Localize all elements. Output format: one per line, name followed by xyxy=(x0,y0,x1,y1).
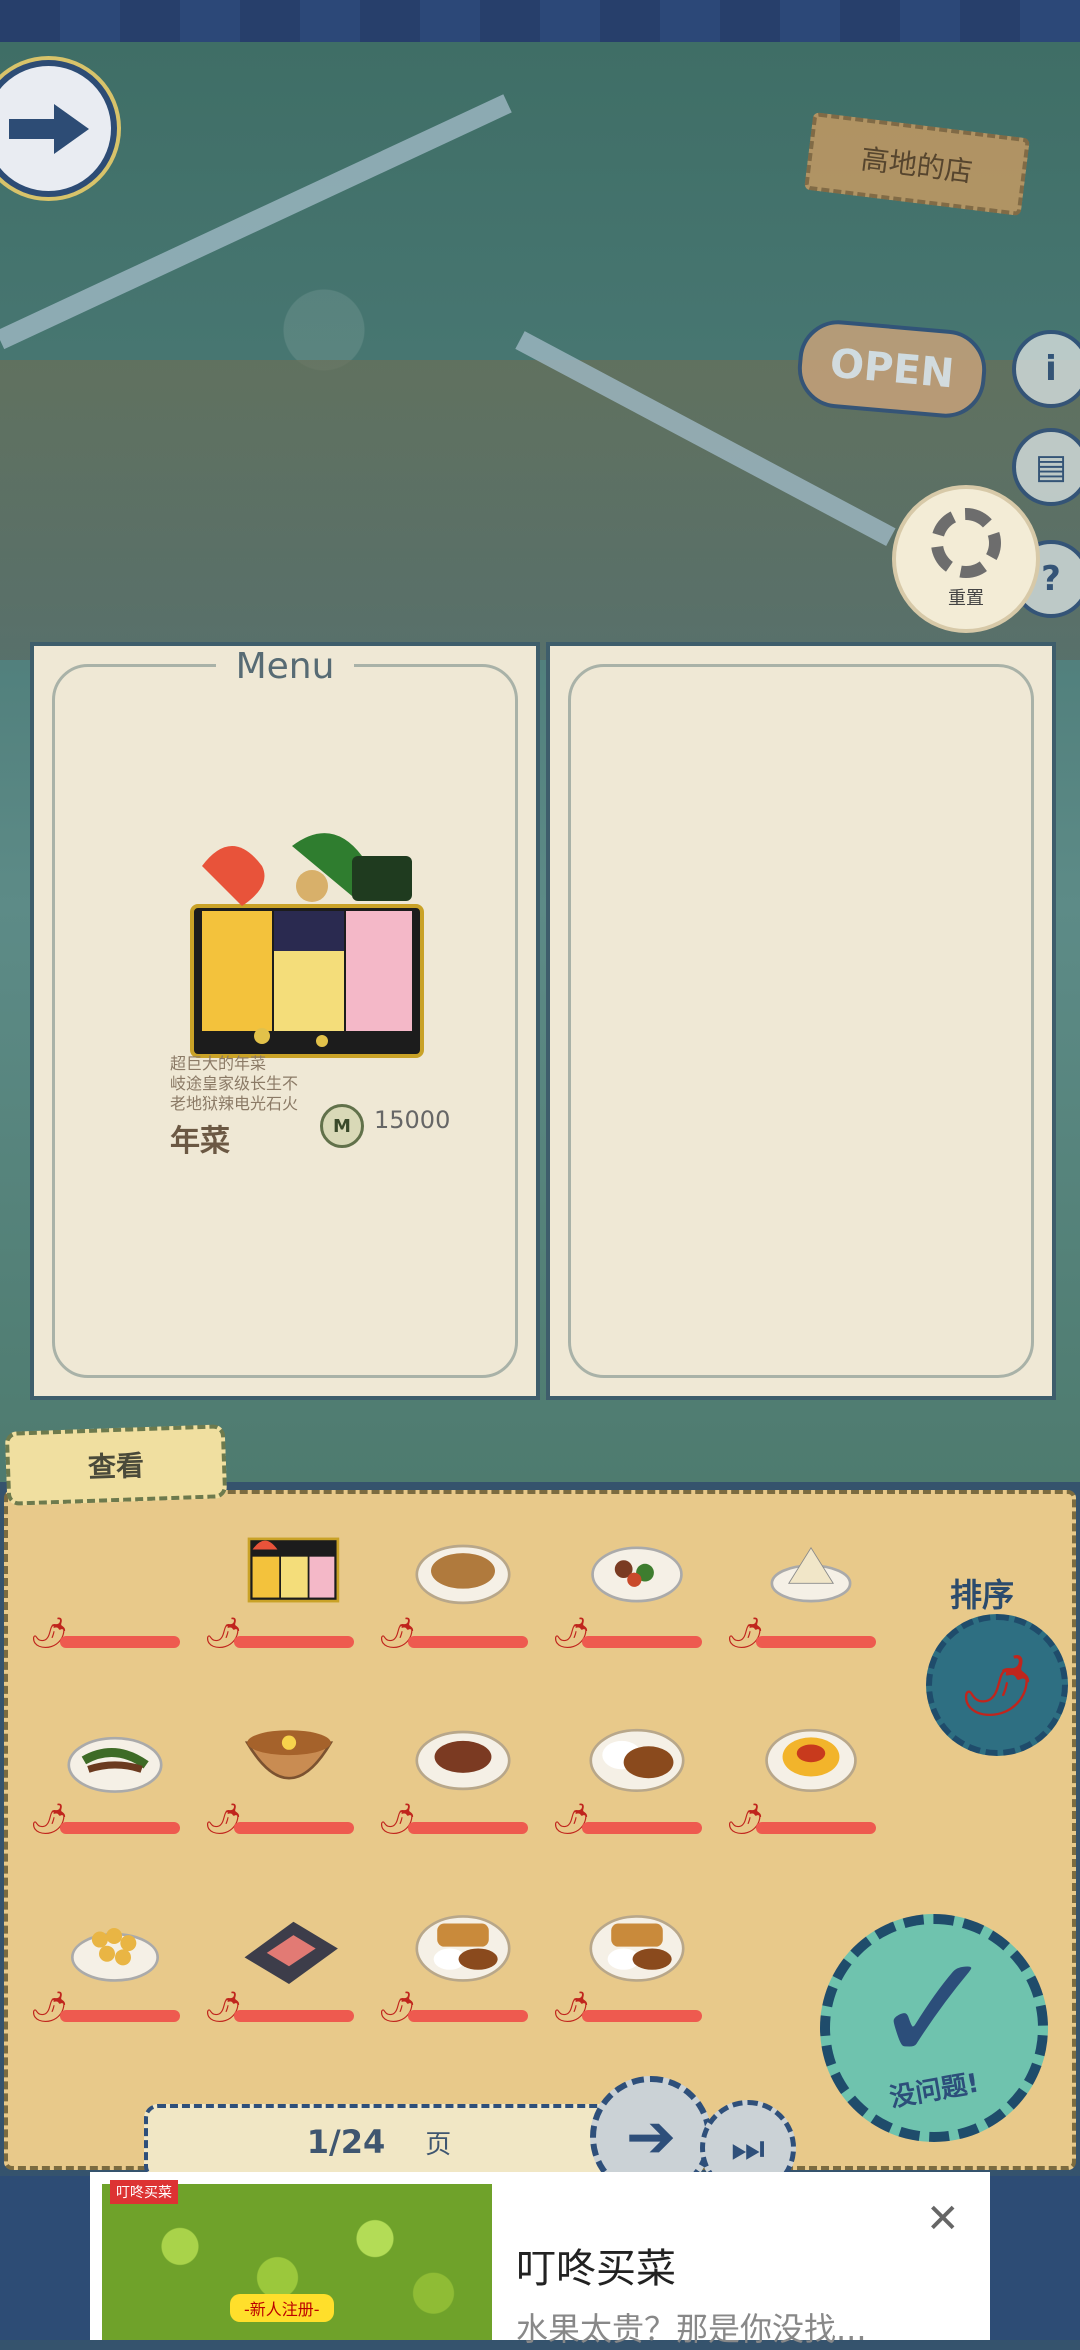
reset-label: 重置 xyxy=(948,588,984,609)
info-icon: i xyxy=(1045,349,1057,389)
spice-level-bar xyxy=(234,1636,354,1648)
spice-level-bar xyxy=(408,1636,528,1648)
spice-level-bar xyxy=(60,1822,180,1834)
ad-description: 水果太贵？那是你没找... xyxy=(516,2310,867,2348)
spice-level-bar xyxy=(60,2010,180,2022)
dish-slot-dango[interactable]: 🌶 xyxy=(30,1894,190,2044)
dish-slot-osechi-box[interactable]: 🌶 xyxy=(204,1520,364,1670)
sandwich-icon xyxy=(770,1546,852,1603)
dish-slot-omurice[interactable]: 🌶 xyxy=(726,1706,886,1856)
featured-dish-name: 年菜 xyxy=(170,1124,230,1159)
spice-level-bar xyxy=(234,2010,354,2022)
stir-fry-icon xyxy=(591,1546,683,1603)
dish-slot-sashimi[interactable]: 🌶 xyxy=(204,1894,364,2044)
sort-button[interactable]: 🌶 xyxy=(926,1614,1068,1756)
spice-level-bar xyxy=(408,2010,528,2022)
stew-icon xyxy=(415,1730,511,1791)
chili-pepper-icon: 🌶 xyxy=(958,1650,1036,1721)
spice-level-bar xyxy=(582,1822,702,1834)
ad-title: 叮咚买菜 xyxy=(516,2246,676,2292)
top-bunting xyxy=(0,0,1080,46)
ad-close-icon[interactable]: ✕ xyxy=(926,2196,960,2242)
menu-page-left: Menu 超巨大的年菜 岐途皇家级长生不 老地狱辣电光石火 年菜 M 15000 xyxy=(30,642,540,1400)
dish-slot-katsu-curry[interactable]: 🌶 xyxy=(552,1894,712,2044)
arrow-right-icon: ➔ xyxy=(625,2102,677,2172)
ad-brand-badge: 叮咚买菜 xyxy=(110,2180,178,2204)
featured-dish-price: 15000 xyxy=(374,1106,451,1134)
pepper-steak-icon xyxy=(67,1736,163,1793)
featured-dish-image[interactable] xyxy=(182,826,432,1066)
open-label: OPEN xyxy=(828,340,956,398)
osechi-box-icon xyxy=(247,1537,340,1603)
reset-icon xyxy=(931,508,1001,578)
sashimi-icon xyxy=(244,1921,338,1984)
arrow-right-icon xyxy=(8,103,89,154)
confirm-button[interactable]: ✓ 没问题! xyxy=(820,1914,1048,2142)
pager: 1/24 页 xyxy=(144,2104,614,2180)
page-indicator: 1/24 xyxy=(306,2123,386,2161)
page-frame xyxy=(568,664,1034,1378)
ad-promo-label: -新人注册- xyxy=(230,2294,334,2322)
shop-name-label: 高地的店 xyxy=(859,142,975,189)
dish-slot-stir-fry[interactable]: 🌶 xyxy=(552,1520,712,1670)
help-icon: ? xyxy=(1041,559,1061,599)
curry-rice-icon xyxy=(589,1728,685,1792)
dish-slot-empty[interactable]: 🌶 xyxy=(30,1520,190,1670)
view-tab-label: 查看 xyxy=(87,1449,145,1484)
dish-slot-katsu-curry[interactable]: 🌶 xyxy=(378,1894,538,2044)
book-icon: ▤ xyxy=(1034,447,1068,487)
menu-title: Menu xyxy=(34,646,536,687)
dango-icon xyxy=(71,1928,159,1982)
ad-banner[interactable]: 叮咚买菜 -新人注册- 叮咚买菜 水果太贵？那是你没找... ✕ xyxy=(90,2172,990,2348)
spice-level-bar xyxy=(60,1636,180,1648)
page-unit-label: 页 xyxy=(425,2129,452,2160)
coin-icon: M xyxy=(320,1104,364,1148)
spice-level-bar xyxy=(234,1822,354,1834)
dish-slot-curry-rice[interactable]: 🌶 xyxy=(552,1706,712,1856)
noodles-icon xyxy=(415,1544,511,1605)
dish-slot-sandwich[interactable]: 🌶 xyxy=(726,1520,886,1670)
fast-forward-icon: ⏭ xyxy=(730,2125,766,2170)
spice-level-bar xyxy=(582,2010,702,2022)
dish-slot-stew[interactable]: 🌶 xyxy=(378,1706,538,1856)
reset-button[interactable]: 重置 xyxy=(892,485,1040,633)
ramen-bowl-icon xyxy=(244,1730,334,1780)
spice-level-bar xyxy=(756,1822,876,1834)
omurice-icon xyxy=(765,1728,857,1792)
spice-level-bar xyxy=(582,1636,702,1648)
spice-level-bar xyxy=(408,1822,528,1834)
katsu-curry-icon xyxy=(415,1915,511,1982)
dish-slot-ramen-bowl[interactable]: 🌶 xyxy=(204,1706,364,1856)
menu-page-right xyxy=(546,642,1056,1400)
katsu-curry-icon xyxy=(589,1915,685,1982)
dish-slot-noodles[interactable]: 🌶 xyxy=(378,1520,538,1670)
sort-label: 排序 xyxy=(950,1576,1015,1614)
view-tab[interactable]: 查看 xyxy=(4,1424,228,1506)
book-button[interactable]: ▤ xyxy=(1012,428,1080,506)
open-sign[interactable]: OPEN xyxy=(794,316,990,422)
dish-slot-pepper-steak[interactable]: 🌶 xyxy=(30,1706,190,1856)
checkmark-icon: ✓ xyxy=(871,1922,997,2097)
spice-level-bar xyxy=(756,1636,876,1648)
info-button[interactable]: i xyxy=(1012,330,1080,408)
